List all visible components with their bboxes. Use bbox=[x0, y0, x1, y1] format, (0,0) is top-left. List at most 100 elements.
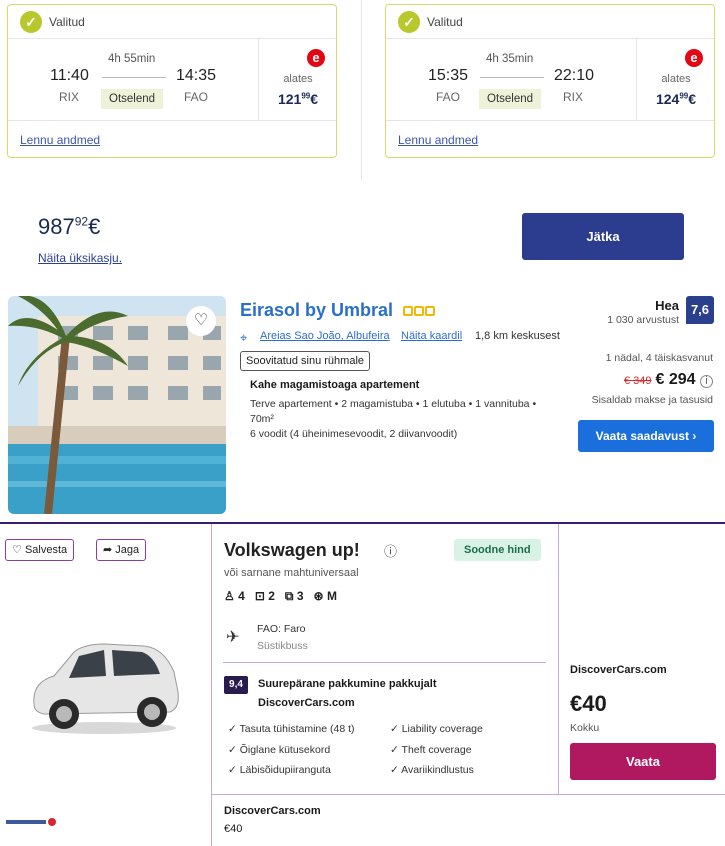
flight-card-header: ✓ Valitud bbox=[386, 5, 714, 39]
transmission: M bbox=[326, 589, 337, 603]
rating-score-badge: 7,6 bbox=[686, 296, 714, 324]
chevron-right-icon: › bbox=[692, 429, 697, 443]
arrive-airport: RIX bbox=[563, 90, 584, 104]
show-details-link[interactable]: Näita üksikasju. bbox=[38, 251, 122, 265]
bottom-price: €40 bbox=[224, 823, 243, 835]
from-label: alates bbox=[283, 73, 313, 85]
plane-icon: ✈ bbox=[226, 629, 240, 646]
flight-duration: 4h 35min bbox=[486, 53, 534, 65]
bottom-provider: DiscoverCars.com bbox=[224, 805, 321, 817]
gear-icon: ⊛ bbox=[313, 589, 324, 603]
hotel-location-link[interactable]: Areias Sao João, Albufeira bbox=[260, 330, 390, 342]
depart-airport: FAO bbox=[436, 90, 461, 104]
airline-logo-icon: e bbox=[307, 49, 325, 67]
flight-details: 11:40 RIX 4h 55min Otselend 14:35 FAO e … bbox=[8, 39, 336, 121]
show-on-map-link[interactable]: Näita kaardil bbox=[401, 330, 462, 342]
flight-price-col: e alates 12499€ bbox=[636, 39, 714, 121]
feature-item: ✓ Õiglane kütusekord bbox=[228, 744, 331, 756]
flight-price-col: e alates 12199€ bbox=[258, 39, 336, 121]
depart-time: 11:40 bbox=[50, 67, 89, 84]
heart-icon: ♡ bbox=[12, 544, 22, 556]
feature-item: ✓ Avariikindlustus bbox=[390, 764, 474, 776]
location-pin-icon: ⌖ bbox=[240, 330, 248, 345]
hotel-price: € 349 € 294 i bbox=[624, 371, 713, 389]
selected-label: Valitud bbox=[427, 15, 463, 29]
column-divider bbox=[361, 0, 362, 180]
check-icon: ✓ bbox=[398, 11, 420, 33]
car-column-divider bbox=[211, 524, 212, 846]
flight-details-link[interactable]: Lennu andmed bbox=[398, 133, 478, 147]
selected-label: Valitud bbox=[49, 15, 85, 29]
shuttle-text: Süstikbuss bbox=[257, 640, 308, 652]
flight-duration: 4h 55min bbox=[108, 53, 156, 65]
door-icon: ⧉ bbox=[284, 589, 294, 603]
view-deal-button[interactable]: Vaata bbox=[570, 743, 716, 780]
info-icon[interactable]: i bbox=[700, 375, 713, 388]
depart-airport: RIX bbox=[59, 90, 80, 104]
favorite-heart-icon[interactable]: ♡ bbox=[186, 306, 216, 336]
car-details-divider bbox=[223, 662, 546, 663]
rating-word: Hea bbox=[655, 298, 679, 313]
car-title: Volkswagen up! bbox=[224, 540, 360, 560]
arrive-time: 22:10 bbox=[554, 67, 595, 84]
arrive-airport: FAO bbox=[184, 90, 209, 104]
arrive-time: 14:35 bbox=[176, 67, 217, 84]
provider-logo-icon bbox=[6, 818, 56, 826]
room-beds: 6 voodit (4 üheinimesevoodit, 2 diivanvo… bbox=[250, 428, 458, 440]
stay-details: 1 nädal, 4 täiskasvanut bbox=[605, 352, 713, 364]
price-provider: DiscoverCars.com bbox=[570, 664, 667, 676]
hotel-stars-icon bbox=[403, 303, 437, 316]
room-features: Terve apartement • 2 magamistuba • 1 elu… bbox=[250, 398, 537, 425]
car-bottom-divider bbox=[211, 794, 725, 795]
feature-item: ✓ Tasuta tühistamine (48 t) bbox=[228, 723, 355, 735]
package-label: Suurepärane pakkumine pakkujalt bbox=[258, 678, 437, 690]
car-specs: ♙ 4 ⊡ 2 ⧉ 3 ⊛ M bbox=[224, 589, 337, 604]
hotel-photo[interactable]: ♡ bbox=[8, 296, 226, 514]
flight-price: 12499€ bbox=[655, 91, 697, 107]
direct-badge: Otselend bbox=[101, 89, 164, 109]
feature-item: ✓ Theft coverage bbox=[390, 744, 472, 756]
check-availability-button[interactable]: Vaata saadavust › bbox=[578, 420, 714, 452]
room-title: Kahe magamistoaga apartement bbox=[250, 379, 420, 391]
flight-line bbox=[102, 77, 166, 78]
flight-details-link[interactable]: Lennu andmed bbox=[20, 133, 100, 147]
flight-card-header: ✓ Valitud bbox=[8, 5, 336, 39]
taxes-note: Sisaldab makse ja tasusid bbox=[591, 394, 713, 406]
save-button[interactable]: ♡ Salvesta bbox=[5, 539, 75, 561]
distance-text: 1,8 km keskusest bbox=[475, 330, 560, 342]
airline-logo-icon: e bbox=[685, 49, 703, 67]
doors-count: 3 bbox=[296, 589, 304, 603]
seats-count: 4 bbox=[238, 589, 245, 603]
flight-details: 15:35 FAO 4h 35min Otselend 22:10 RIX e … bbox=[386, 39, 714, 121]
share-button[interactable]: ➦ Jaga bbox=[96, 539, 147, 561]
share-icon: ➦ bbox=[103, 544, 113, 556]
car-price: €40 bbox=[570, 691, 607, 716]
supplier-score-badge: 9,4 bbox=[224, 676, 248, 694]
total-price: 98792€ bbox=[38, 214, 101, 239]
good-price-badge: Soodne hind bbox=[454, 539, 541, 561]
flight-card-outbound[interactable]: ✓ Valitud 11:40 RIX 4h 55min Otselend 14… bbox=[7, 4, 337, 158]
feature-item: ✓ Liability coverage bbox=[390, 723, 483, 735]
recommended-tag: Soovitatud sinu rühmale bbox=[240, 351, 371, 371]
check-icon: ✓ bbox=[20, 11, 42, 33]
flight-price: 12199€ bbox=[277, 91, 319, 107]
review-count: 1 030 arvustust bbox=[607, 314, 679, 326]
seats-icon: ♙ bbox=[224, 589, 235, 603]
total-label: Kokku bbox=[570, 722, 600, 734]
bag-icon: ⊡ bbox=[254, 589, 265, 603]
car-price-divider bbox=[558, 524, 559, 794]
car-similar-text: või sarnane mahtuniversaal bbox=[224, 567, 359, 579]
flight-card-return[interactable]: ✓ Valitud 15:35 FAO 4h 35min Otselend 22… bbox=[385, 4, 715, 158]
car-image bbox=[32, 643, 179, 734]
room-description: Terve apartement • 2 magamistuba • 1 elu… bbox=[250, 397, 550, 442]
hotel-name[interactable]: Eirasol by Umbral bbox=[240, 300, 393, 321]
feature-item: ✓ Läbisõidupiiranguta bbox=[228, 764, 331, 776]
from-label: alates bbox=[661, 73, 691, 85]
info-icon[interactable]: ⓘ bbox=[384, 541, 397, 560]
old-price: € 349 bbox=[623, 375, 652, 387]
continue-button[interactable]: Jätka bbox=[522, 213, 684, 260]
current-price: € 294 bbox=[655, 371, 696, 388]
supplier-name: DiscoverCars.com bbox=[258, 697, 355, 709]
direct-badge: Otselend bbox=[479, 89, 542, 109]
depart-time: 15:35 bbox=[428, 67, 469, 84]
